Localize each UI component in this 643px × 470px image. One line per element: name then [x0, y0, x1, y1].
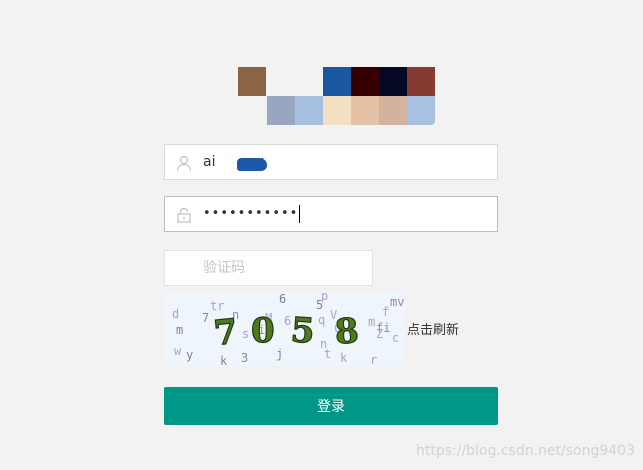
logo-tile: [407, 67, 435, 96]
watermark: https://blog.csdn.net/song9403: [415, 443, 635, 459]
logo-tile: [407, 96, 435, 125]
logo-tile: [267, 96, 295, 125]
username-field[interactable]: aig: [164, 144, 498, 180]
lock-icon: [177, 207, 191, 223]
text-caret: [299, 204, 301, 223]
captcha-noise: mv: [390, 295, 404, 309]
captcha-noise: 7: [202, 311, 209, 325]
username-value-prefix: ai: [203, 154, 216, 170]
captcha-noise: tr: [210, 299, 224, 313]
captcha-noise: q: [318, 313, 325, 327]
captcha-graphic: 6 p 5 tr m d n M mv f q 7 V s i 6 u 3 j …: [172, 292, 404, 366]
captcha-field[interactable]: [164, 250, 373, 286]
captcha-image[interactable]: 6 p 5 tr m d n M mv f q 7 V s i 6 u 3 j …: [164, 292, 404, 366]
captcha-noise: y: [186, 348, 193, 362]
captcha-noise: m: [176, 323, 183, 337]
captcha-noise: 5: [316, 298, 323, 312]
logo-tile: [295, 96, 323, 125]
user-icon: [176, 155, 192, 171]
captcha-noise: n: [320, 337, 327, 351]
captcha-noise: 6: [284, 314, 291, 328]
captcha-digit: 7: [212, 312, 240, 354]
captcha-noise: k: [340, 351, 348, 365]
captcha-noise: j: [276, 347, 283, 361]
captcha-digit: 8: [334, 311, 360, 353]
captcha-noise: 3: [241, 351, 248, 365]
logo-tile: [238, 67, 266, 96]
captcha-noise: w: [174, 344, 182, 358]
captcha-digit: 5: [290, 310, 316, 352]
logo-tile: [323, 96, 351, 125]
captcha-noise: s: [242, 327, 249, 341]
logo: [238, 67, 436, 125]
login-button[interactable]: 登录: [164, 387, 498, 425]
logo-tile: [351, 96, 379, 125]
password-field[interactable]: •••••••••••: [164, 196, 498, 232]
logo-tile: [323, 67, 351, 96]
logo-tile: [379, 67, 407, 96]
logo-tile: [379, 96, 407, 125]
captcha-noise: m: [368, 315, 375, 329]
captcha-noise: c: [392, 331, 399, 345]
captcha-noise: r: [370, 353, 377, 366]
password-dots: •••••••••••: [203, 206, 299, 221]
redaction-mark: [237, 158, 267, 171]
captcha-digit: 0: [251, 311, 275, 351]
captcha-noise: d: [172, 307, 179, 321]
captcha-noise: k: [220, 354, 228, 366]
logo-tile: [351, 67, 379, 96]
captcha-input[interactable]: [203, 251, 363, 285]
captcha-noise: 6: [279, 292, 286, 306]
captcha-noise: f: [382, 305, 389, 319]
password-value: •••••••••••: [203, 197, 301, 231]
refresh-captcha-link[interactable]: 点击刷新: [407, 319, 459, 338]
captcha-noise: fi: [376, 321, 390, 335]
